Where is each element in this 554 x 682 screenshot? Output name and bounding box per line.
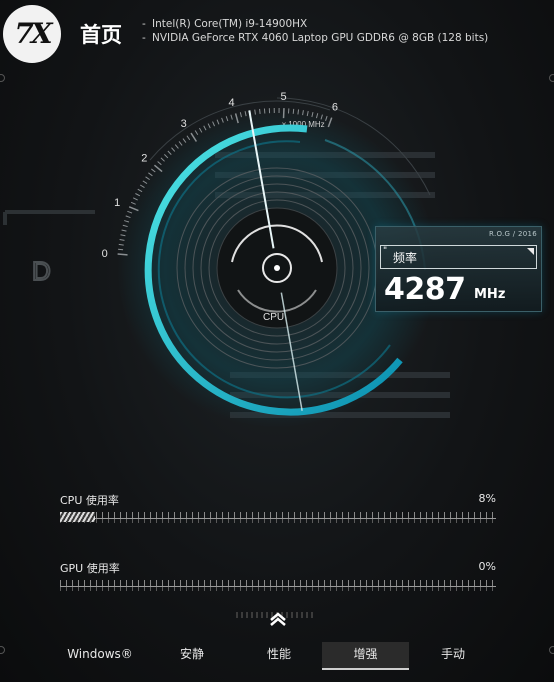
- hardware-specs: Intel(R) Core(TM) i9-14900HX NVIDIA GeFo…: [142, 17, 488, 45]
- header: 7X 首页 Intel(R) Core(TM) i9-14900HX NVIDI…: [0, 0, 554, 66]
- gauge-center-label: CPU: [263, 312, 284, 323]
- scale-label: 3: [181, 118, 187, 130]
- mode-selector: Windows® 安静 性能 增强 手动: [52, 642, 522, 670]
- gpu-usage-percent: 0%: [478, 560, 496, 573]
- gpu-usage-label: GPU 使用率: [60, 562, 120, 575]
- side-bracket: [3, 210, 95, 225]
- page-title: 首页: [80, 23, 122, 47]
- app-logo[interactable]: 7X: [3, 5, 61, 63]
- mode-turbo[interactable]: 增强: [322, 642, 409, 670]
- quote-icon: ": [383, 246, 388, 256]
- scale-tick: [117, 253, 128, 256]
- scale-tick: [297, 109, 300, 115]
- side-dot: [0, 646, 5, 654]
- scale-label: 2: [141, 152, 147, 164]
- cpu-spec: Intel(R) Core(TM) i9-14900HX: [142, 17, 488, 31]
- frequency-tag: R.O.G / 2016: [489, 230, 537, 238]
- scale-label: 4: [228, 97, 234, 109]
- scale-label: 5: [281, 91, 287, 103]
- mode-silent[interactable]: 安静: [148, 642, 236, 668]
- scale-label: 1: [114, 197, 120, 209]
- frequency-panel: R.O.G / 2016 " 频率 4287 MHz: [375, 226, 542, 312]
- scale-label: 6: [332, 101, 338, 113]
- cpu-usage-label: CPU 使用率: [60, 494, 119, 507]
- scale-tick: [292, 108, 295, 114]
- mode-windows[interactable]: Windows®: [52, 642, 148, 668]
- chevron-up-icon[interactable]: [266, 606, 290, 630]
- gpu-usage-bar: [60, 580, 496, 592]
- cpu-usage-fill: [60, 512, 95, 522]
- expand-handle: [0, 600, 554, 630]
- corner-triangle-icon: [527, 248, 534, 255]
- scale-tick: [118, 248, 124, 251]
- mode-performance[interactable]: 性能: [236, 642, 322, 668]
- side-dot: [549, 646, 554, 654]
- scale-tick: [254, 109, 256, 115]
- frequency-value: 4287: [384, 272, 466, 307]
- frequency-unit: MHz: [474, 287, 506, 302]
- scale-tick: [259, 108, 261, 114]
- cpu-usage-percent: 8%: [478, 492, 496, 505]
- side-glyph: D: [32, 256, 51, 286]
- mode-manual[interactable]: 手动: [409, 642, 497, 668]
- gpu-spec: NVIDIA GeForce RTX 4060 Laptop GPU GDDR6…: [142, 31, 488, 45]
- scale-label: 0: [102, 248, 108, 260]
- cpu-usage-bar: [60, 512, 496, 524]
- frequency-label-box: " 频率: [380, 245, 537, 269]
- frequency-label: 频率: [393, 251, 418, 265]
